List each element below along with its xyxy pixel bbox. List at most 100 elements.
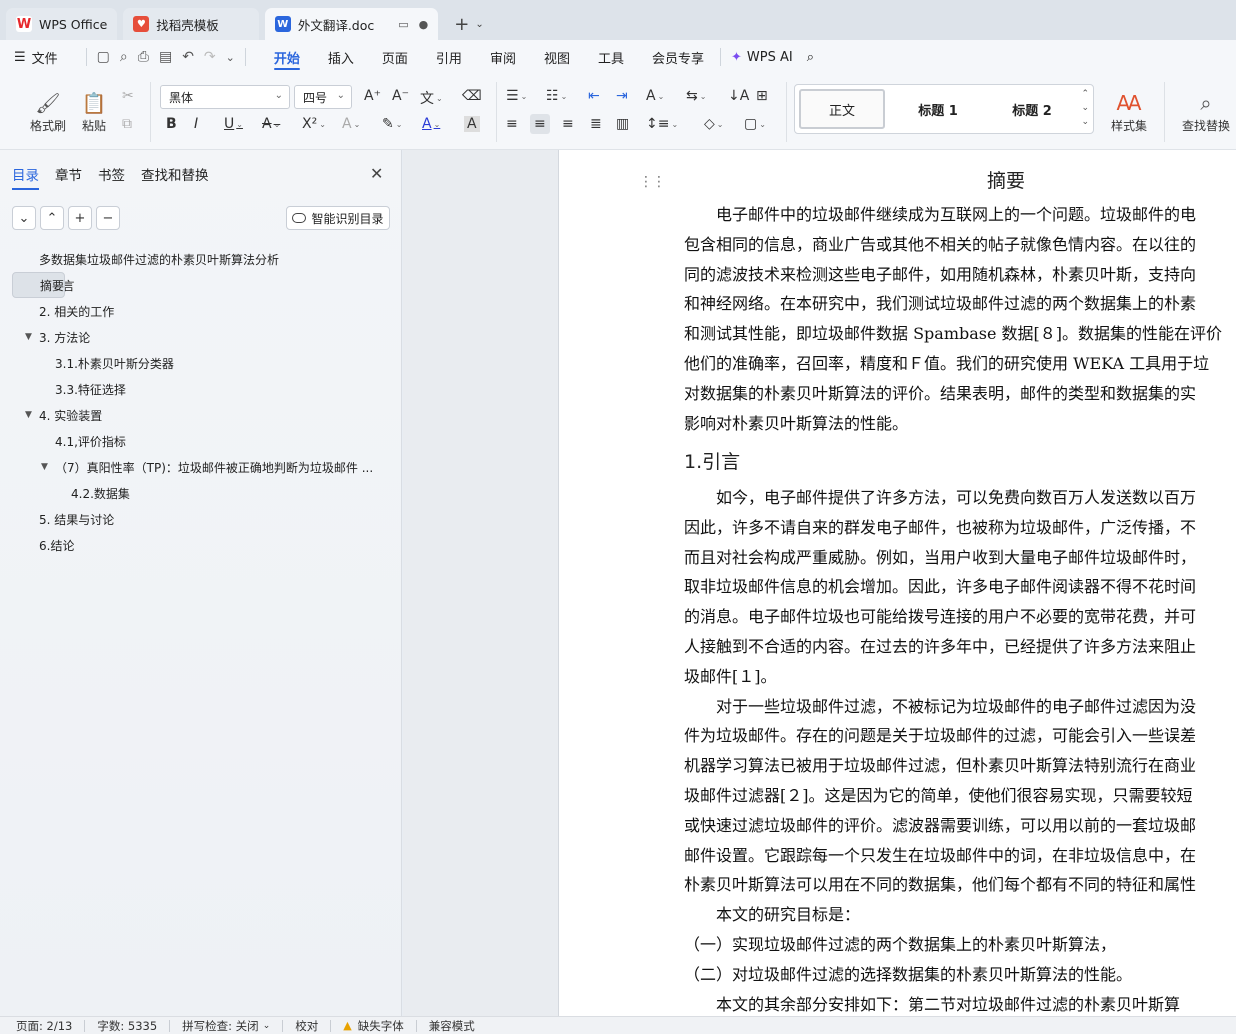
nav-tab-bookmarks[interactable]: 书签 (98, 164, 125, 190)
menu-tools[interactable]: 工具 (598, 40, 624, 74)
toc-list: 多数据集垃圾邮件过滤的朴素贝叶斯算法分析摘要1.引言2. 相关的工作▼3. 方法… (12, 246, 390, 558)
phonetic-icon[interactable]: 文 ⌄ (420, 88, 443, 108)
toc-item[interactable]: 3.3.特征选择 (12, 376, 390, 402)
italic-icon[interactable]: I (194, 116, 198, 132)
style-heading-2[interactable]: 标题 2 (989, 89, 1075, 129)
new-tab-button[interactable]: + ⌄ (444, 8, 493, 40)
redo-icon[interactable]: ↷ (204, 49, 216, 65)
bullet-list-icon[interactable]: ☰ ⌄ (506, 88, 527, 104)
copy-icon[interactable]: ⧉ (122, 116, 132, 132)
menu-page[interactable]: 页面 (382, 40, 408, 74)
menu-home[interactable]: 开始 (273, 40, 300, 74)
find-replace-button[interactable]: ⌕ 查找替换 (1176, 84, 1236, 140)
font-size-select[interactable]: 四号 ⌄ (294, 85, 352, 109)
expand-toggle-icon[interactable]: ▼ (41, 462, 55, 472)
toc-item[interactable]: ▼ 4. 实验装置 (12, 402, 390, 428)
highlight-icon[interactable]: ✎ ⌄ (382, 116, 402, 132)
file-menu[interactable]: ☰ 文件 (14, 40, 58, 74)
tag-icon[interactable]: ⌕ (120, 49, 128, 65)
chinese-layout-icon[interactable]: A ⌄ (646, 88, 664, 104)
wps-ai-button[interactable]: ✦ WPS AI (731, 40, 793, 74)
search-icon[interactable]: ⌕ (807, 40, 814, 74)
font-family-select[interactable]: 黑体 ⌄ (160, 85, 290, 109)
expand-toggle-icon[interactable]: ▼ (25, 410, 39, 420)
superscript-icon[interactable]: X² ⌄ (302, 116, 326, 132)
toc-item[interactable]: 5. 结果与讨论 (12, 506, 390, 532)
align-right-icon[interactable]: ≡ (562, 116, 574, 132)
save-icon[interactable]: ▢ (97, 49, 110, 65)
menu-member[interactable]: 会员专享 (652, 40, 704, 74)
collapse-all-button[interactable]: ⌄ (12, 206, 36, 230)
toc-item[interactable]: 多数据集垃圾邮件过滤的朴素贝叶斯算法分析 (12, 246, 390, 272)
document-page[interactable]: ⋮⋮ 摘要 电子邮件中的垃圾邮件继续成为互联网上的一个问题。垃圾邮件的电 包含相同… (559, 150, 1236, 1016)
monitor-icon[interactable]: ▭ (398, 18, 408, 31)
page-count[interactable]: 页面: 2/13 (16, 1018, 72, 1034)
style-brush-icon: Ꜳ (1116, 90, 1142, 115)
smart-toc-button[interactable]: 智能识别目录 (286, 206, 390, 230)
line-spacing-icon[interactable]: ↕≡ ⌄ (646, 116, 678, 132)
text-line: 影响对朴素贝叶斯算法的性能。 (684, 413, 909, 433)
spell-check-toggle[interactable]: 拼写检查: 关闭 ⌄ (182, 1018, 270, 1034)
menu-review[interactable]: 审阅 (490, 40, 516, 74)
add-heading-button[interactable]: + (68, 206, 92, 230)
bold-icon[interactable]: B (166, 116, 177, 132)
sort-icon[interactable]: ↓A (728, 88, 749, 104)
text-direction-icon[interactable]: ⇆ ⌄ (686, 88, 706, 104)
expand-toggle-icon[interactable]: ▼ (25, 332, 39, 342)
menu-insert[interactable]: 插入 (328, 40, 354, 74)
proofread-button[interactable]: 校对 (295, 1018, 318, 1034)
align-left-icon[interactable]: ≡ (506, 116, 518, 132)
char-shading-icon[interactable]: A (464, 116, 480, 132)
toc-item[interactable]: 摘要 (12, 272, 66, 298)
style-normal[interactable]: 正文 (799, 89, 885, 129)
menu-view[interactable]: 视图 (544, 40, 570, 74)
toc-item[interactable]: 2. 相关的工作 (12, 298, 390, 324)
nav-tab-find-replace[interactable]: 查找和替换 (141, 164, 209, 190)
word-count[interactable]: 字数: 5335 (97, 1018, 157, 1034)
tab-document[interactable]: W 外文翻译.doc ▭ ● (264, 8, 439, 40)
nav-tab-sections[interactable]: 章节 (55, 164, 82, 190)
nav-tab-toc[interactable]: 目录 (12, 164, 39, 190)
more-chevron-icon[interactable]: ⌄ (226, 51, 235, 64)
decrease-font-icon[interactable]: A⁻ (392, 88, 409, 104)
cut-icon[interactable]: ✂ (122, 88, 134, 104)
justify-icon[interactable]: ≣ (590, 116, 602, 132)
print-preview-icon[interactable]: ▤ (159, 49, 172, 65)
distribute-icon[interactable]: ▥ (616, 116, 629, 132)
toc-item[interactable]: ▼ 3. 方法论 (12, 324, 390, 350)
eraser-icon[interactable]: ⌫ (462, 88, 482, 104)
toc-item[interactable]: 6.结论 (12, 532, 390, 558)
menu-references[interactable]: 引用 (436, 40, 462, 74)
paste-button[interactable]: 📋 粘贴 (74, 84, 114, 140)
gallery-scroll-icon[interactable]: ⌃ ⌄ ⌄ (1081, 87, 1089, 129)
text-effect-icon[interactable]: A ⌄ (342, 116, 360, 132)
decrease-indent-icon[interactable]: ⇤ (588, 88, 600, 104)
increase-indent-icon[interactable]: ⇥ (616, 88, 628, 104)
style-set-button[interactable]: Ꜳ 样式集 (1102, 84, 1156, 140)
shading-icon[interactable]: ◇ ⌄ (704, 116, 723, 132)
toc-item[interactable]: ▼ （7）真阳性率（TP)：垃圾邮件被正确地判断为垃圾邮件 ... (12, 454, 390, 480)
missing-font-button[interactable]: ▲ 缺失字体 (343, 1018, 403, 1034)
tab-wps-office[interactable]: W WPS Office (6, 8, 118, 40)
show-marks-icon[interactable]: ⊞ (756, 88, 768, 104)
tab-docer-templates[interactable]: ♥ 找稻壳模板 (123, 8, 259, 40)
strikethrough-icon[interactable]: A ⌄ (262, 116, 280, 132)
increase-font-icon[interactable]: A⁺ (364, 88, 381, 104)
toc-item[interactable]: 1.引言 (12, 272, 390, 298)
expand-up-button[interactable]: ⌃ (40, 206, 64, 230)
format-painter-button[interactable]: 🖌 格式刷 (24, 84, 72, 140)
style-heading-1[interactable]: 标题 1 (895, 89, 981, 129)
undo-icon[interactable]: ↶ (182, 49, 194, 65)
remove-heading-button[interactable]: − (96, 206, 120, 230)
align-center-icon[interactable]: ≡ (530, 114, 550, 134)
numbered-list-icon[interactable]: ☷ ⌄ (546, 88, 567, 104)
toc-item[interactable]: 3.1.朴素贝叶斯分类器 (12, 350, 390, 376)
close-icon[interactable]: ✕ (370, 164, 383, 183)
toc-item[interactable]: 4.1,评价指标 (12, 428, 390, 454)
border-icon[interactable]: ▢ ⌄ (744, 116, 766, 132)
print-icon[interactable]: ⎙ (138, 49, 149, 65)
toc-item[interactable]: 4.2.数据集 (12, 480, 390, 506)
font-color-icon[interactable]: A ⌄ (422, 116, 440, 132)
underline-icon[interactable]: U ⌄ (224, 116, 243, 132)
brush-icon: 🖌 (35, 90, 61, 115)
